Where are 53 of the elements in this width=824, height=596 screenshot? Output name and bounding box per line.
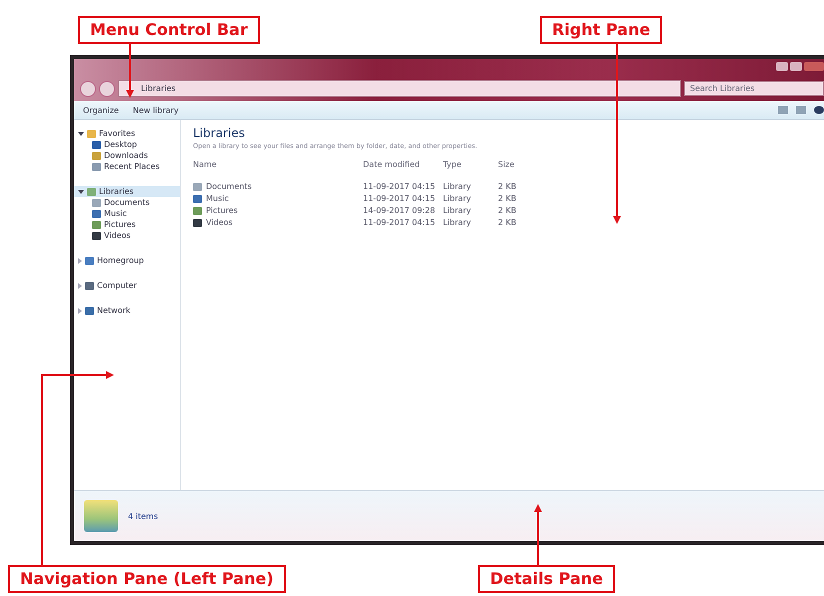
- column-header[interactable]: Type: [443, 160, 498, 169]
- table-cell-text: Library: [443, 206, 472, 215]
- forward-button[interactable]: [99, 80, 115, 96]
- nav-item[interactable]: Network: [74, 305, 180, 316]
- maximize-button[interactable]: [790, 62, 802, 71]
- nav-item[interactable]: Libraries: [74, 186, 180, 197]
- table-cell-text: 2 KB: [498, 182, 518, 191]
- table-cell-text: 2 KB: [498, 194, 518, 203]
- nav-item[interactable]: Videos: [74, 230, 180, 241]
- nav-item[interactable]: Desktop: [74, 139, 180, 150]
- item-count: 4 items: [128, 512, 158, 520]
- table-cell: Documents: [206, 182, 252, 191]
- library-icon: [84, 500, 118, 532]
- back-button[interactable]: [80, 80, 96, 96]
- minimize-button[interactable]: [776, 62, 788, 71]
- arrow: [534, 504, 542, 565]
- folder-icon: [85, 306, 94, 314]
- toolbar-button[interactable]: Organize: [80, 104, 122, 116]
- nav-item[interactable]: Music: [74, 208, 180, 219]
- table-cell-text: 14-09-2017 09:28: [363, 206, 436, 215]
- nav-item[interactable]: Homegroup: [74, 255, 180, 266]
- column-header[interactable]: Size: [498, 160, 548, 169]
- search-field[interactable]: Search Libraries: [684, 81, 824, 96]
- nav-item[interactable]: Documents: [74, 197, 180, 208]
- nav-item[interactable]: Computer: [74, 280, 180, 291]
- nav-item[interactable]: Downloads: [74, 150, 180, 161]
- callout-label: Navigation Pane (Left Pane): [8, 565, 286, 593]
- nav-item[interactable]: Favorites: [74, 128, 180, 139]
- table-cell: Videos: [206, 218, 233, 227]
- table-cell-text: 11-09-2017 04:15: [363, 218, 436, 227]
- arrow: [126, 42, 134, 98]
- column-header[interactable]: Date modified: [363, 160, 443, 169]
- help-icon[interactable]: [814, 106, 824, 114]
- column-header[interactable]: Name: [193, 160, 363, 169]
- table-cell-text: 11-09-2017 04:15: [363, 182, 436, 191]
- table-cell-text: Library: [443, 218, 472, 227]
- library-title: Libraries: [193, 126, 246, 140]
- folder-icon: [85, 282, 94, 290]
- table-cell: Music: [206, 194, 229, 203]
- table-cell-text: 11-09-2017 04:15: [363, 194, 436, 203]
- folder-icon: [85, 256, 94, 264]
- table-cell-text: Library: [443, 194, 472, 203]
- toolbar-button[interactable]: New library: [130, 104, 182, 116]
- table-cell: Pictures: [206, 206, 238, 215]
- table-cell-text: 2 KB: [498, 218, 518, 227]
- nav-item[interactable]: Recent Places: [74, 161, 180, 172]
- callout-label: Details Pane: [478, 565, 615, 593]
- callout-label: Menu Control Bar: [78, 16, 260, 44]
- callout-label: Right Pane: [540, 16, 662, 44]
- nav-item[interactable]: Pictures: [74, 219, 180, 230]
- table-cell-text: Library: [443, 182, 472, 191]
- table-cell-text: 2 KB: [498, 206, 518, 215]
- address-bar[interactable]: Libraries: [118, 80, 681, 97]
